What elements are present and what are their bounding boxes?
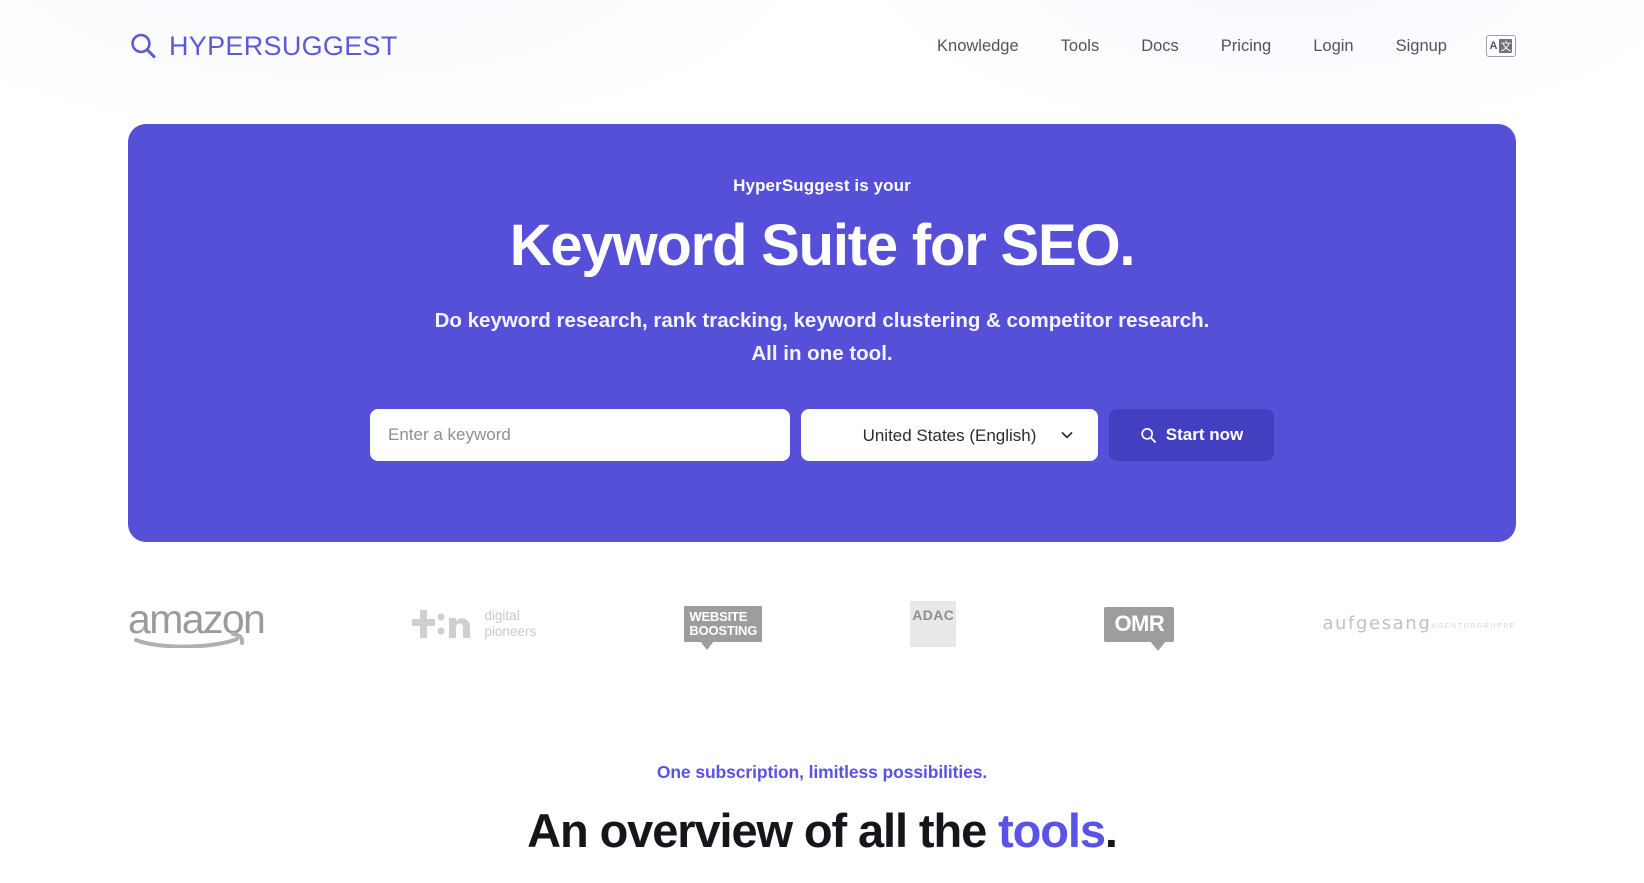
tools-title-suffix: . bbox=[1104, 804, 1118, 857]
keyword-search-form: United States (English) Start now bbox=[370, 409, 1274, 462]
nav-item-login[interactable]: Login bbox=[1292, 30, 1374, 63]
brand-logo-t3n-sub-2: pioneers bbox=[484, 624, 537, 639]
brand-logo-wb-line-2: BOOSTING bbox=[689, 622, 758, 638]
brand-logo-adac: ADAC bbox=[910, 601, 957, 647]
brand-logo-aufgesang: aufgesang AGENTURGRUPPE bbox=[1322, 615, 1516, 633]
country-select-value: United States (English) bbox=[862, 425, 1037, 445]
amazon-swoosh-icon bbox=[134, 631, 245, 648]
tools-title-prefix: An overview of all the bbox=[527, 804, 999, 857]
brand-logo-omr-label: OMR bbox=[1114, 610, 1165, 636]
site-logo-text: HYPERSUGGEST bbox=[169, 30, 398, 61]
hero-subtitle-line-2: All in one tool. bbox=[751, 342, 893, 366]
brand-logo-aufgesang-sub: AGENTURGRUPPE bbox=[1431, 622, 1516, 630]
search-icon bbox=[131, 33, 156, 59]
customer-logo-strip: amazon digital pioneers WEBSITE BOOSTING… bbox=[128, 586, 1516, 662]
translate-icon: A bbox=[1489, 39, 1498, 52]
tools-section-eyebrow: One subscription, limitless possibilitie… bbox=[656, 762, 988, 782]
brand-logo-website-boosting: WEBSITE BOOSTING bbox=[684, 606, 763, 650]
brand-logo-wb-line-1: WEBSITE bbox=[689, 609, 748, 625]
site-header: HYPERSUGGEST Knowledge Tools Docs Pricin… bbox=[0, 0, 1644, 92]
site-logo[interactable]: HYPERSUGGEST bbox=[128, 31, 398, 61]
translate-icon-cjk: 文 bbox=[1499, 39, 1513, 53]
brand-logo-aufgesang-label: aufgesang bbox=[1322, 613, 1432, 634]
keyword-input[interactable] bbox=[370, 409, 790, 462]
hero-title: Keyword Suite for SEO. bbox=[509, 213, 1136, 278]
speech-bubble-tail-icon bbox=[700, 640, 715, 650]
landing-page: HYPERSUGGEST Knowledge Tools Docs Pricin… bbox=[0, 0, 1644, 857]
speech-bubble-tail-icon bbox=[1150, 640, 1167, 651]
tools-section-title: An overview of all the tools. bbox=[0, 804, 1644, 857]
hero-eyebrow: HyperSuggest is your bbox=[733, 176, 911, 195]
nav-item-knowledge[interactable]: Knowledge bbox=[916, 30, 1040, 63]
search-icon bbox=[1141, 427, 1156, 443]
t3n-mark-icon bbox=[412, 610, 471, 638]
brand-logo-t3n: digital pioneers bbox=[412, 607, 536, 641]
nav-item-signup[interactable]: Signup bbox=[1375, 30, 1468, 63]
nav-item-docs[interactable]: Docs bbox=[1120, 30, 1200, 63]
hero-subtitle: Do keyword research, rank tracking, keyw… bbox=[435, 304, 1210, 370]
language-switcher-button[interactable]: A 文 bbox=[1486, 35, 1516, 57]
brand-logo-amazon: amazon bbox=[128, 598, 266, 650]
brand-logo-t3n-sub-1: digital bbox=[484, 608, 520, 624]
hero-subtitle-line-1: Do keyword research, rank tracking, keyw… bbox=[434, 308, 1210, 332]
tools-title-accent: tools bbox=[998, 804, 1106, 857]
tools-overview-section: One subscription, limitless possibilitie… bbox=[0, 762, 1644, 857]
chevron-down-icon bbox=[1061, 432, 1073, 439]
brand-logo-omr: OMR bbox=[1104, 606, 1175, 651]
main-navigation: Knowledge Tools Docs Pricing Login Signu… bbox=[916, 30, 1516, 63]
hero-banner: HyperSuggest is your Keyword Suite for S… bbox=[128, 124, 1516, 542]
start-now-button[interactable]: Start now bbox=[1109, 409, 1274, 462]
country-select[interactable]: United States (English) bbox=[801, 409, 1098, 462]
brand-logo-adac-label: ADAC bbox=[912, 607, 955, 623]
start-now-label: Start now bbox=[1165, 425, 1244, 445]
nav-item-pricing[interactable]: Pricing bbox=[1200, 30, 1292, 63]
nav-item-tools[interactable]: Tools bbox=[1040, 30, 1121, 63]
